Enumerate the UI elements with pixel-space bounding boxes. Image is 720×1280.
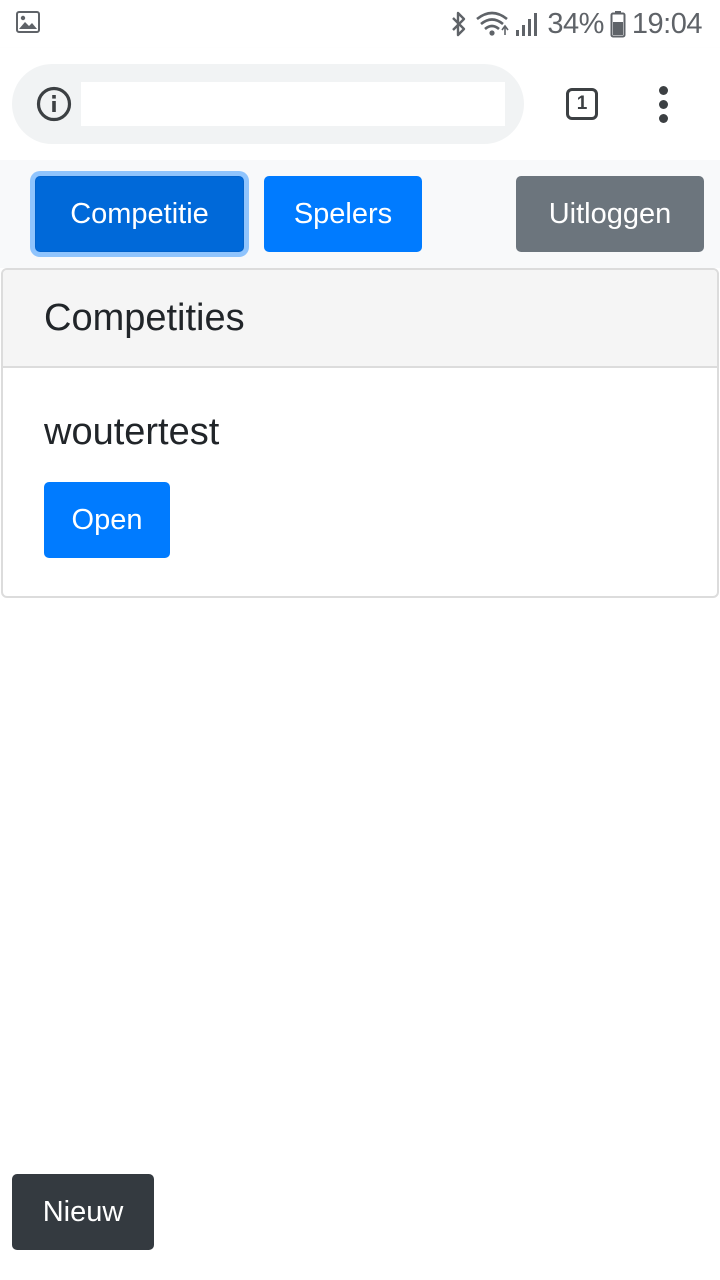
card-header: Competities bbox=[3, 270, 717, 368]
competition-button[interactable]: Competitie bbox=[35, 176, 244, 252]
image-notification-icon bbox=[16, 11, 40, 33]
card-title: Competities bbox=[44, 297, 245, 339]
logout-button[interactable]: Uitloggen bbox=[516, 176, 704, 252]
omnibox[interactable] bbox=[12, 64, 524, 144]
bluetooth-icon bbox=[452, 11, 466, 37]
status-bar: 34% 19:04 bbox=[0, 0, 720, 48]
players-button[interactable]: Spelers bbox=[264, 176, 422, 252]
battery-percent: 34% bbox=[547, 7, 604, 40]
tab-count: 1 bbox=[576, 93, 588, 114]
signal-icon bbox=[516, 13, 538, 36]
info-icon[interactable] bbox=[36, 86, 72, 122]
competition-title: woutertest bbox=[44, 411, 220, 453]
new-button[interactable]: Nieuw bbox=[12, 1174, 154, 1250]
wifi-icon bbox=[476, 11, 510, 36]
tabs-icon[interactable]: 1 bbox=[566, 88, 598, 120]
open-button[interactable]: Open bbox=[44, 482, 170, 558]
browser-toolbar: 1 bbox=[0, 48, 720, 160]
clock: 19:04 bbox=[631, 7, 703, 40]
page-nav: Competitie Spelers Uitloggen bbox=[0, 160, 720, 268]
battery-icon bbox=[610, 11, 626, 38]
url-input[interactable] bbox=[81, 82, 505, 126]
more-vert-icon[interactable] bbox=[650, 84, 678, 124]
competitions-card: Competities woutertest Open bbox=[1, 268, 719, 598]
status-icons: 34% 19:04 bbox=[449, 6, 703, 42]
